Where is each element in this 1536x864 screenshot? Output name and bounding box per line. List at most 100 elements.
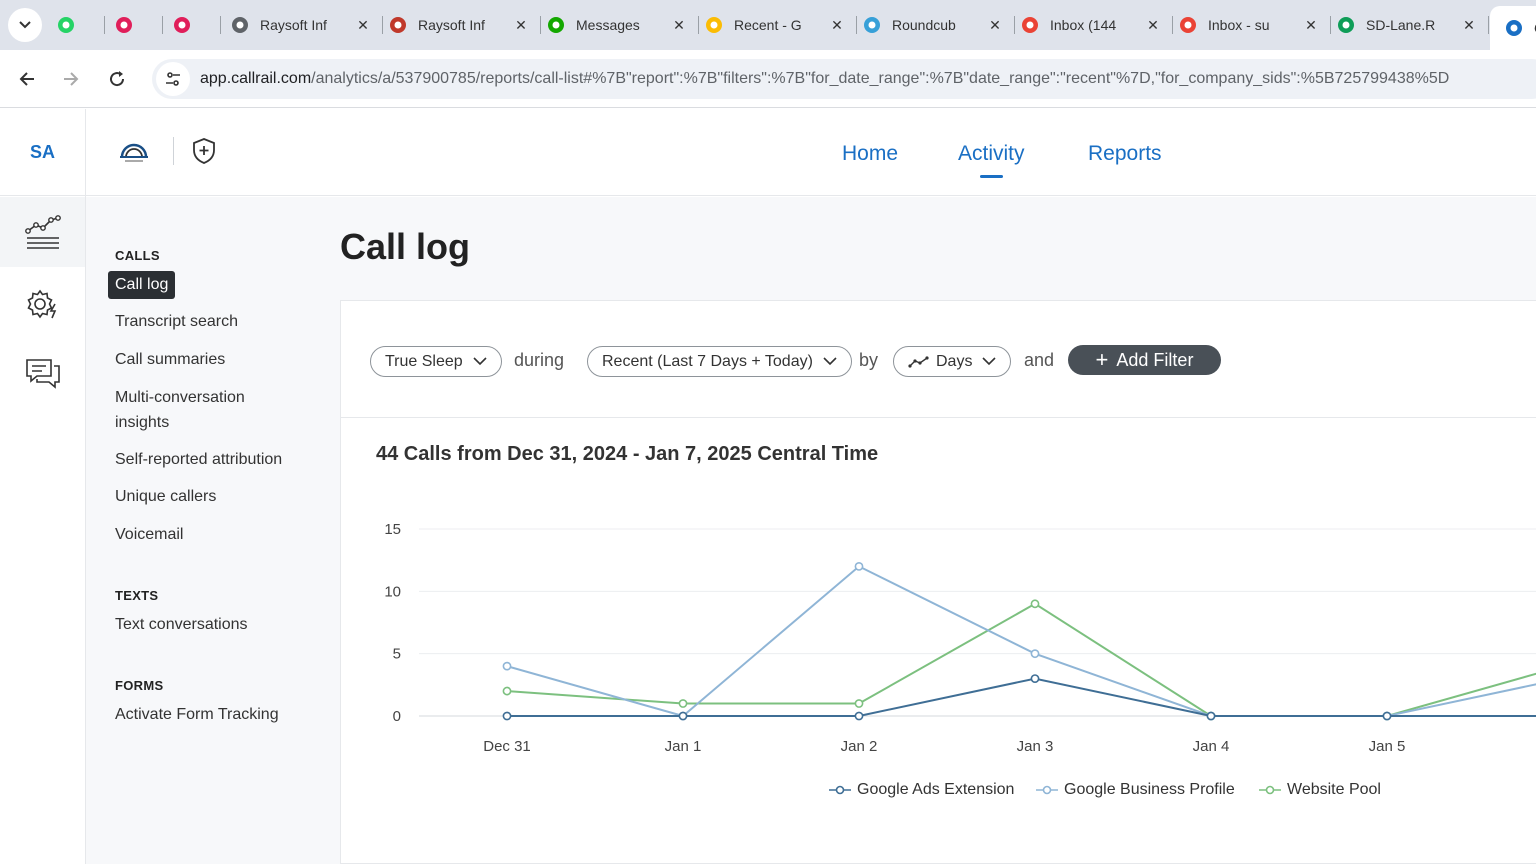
section-heading-forms: FORMS bbox=[115, 678, 164, 693]
data-point bbox=[1030, 599, 1040, 609]
sidenav-activate-form-tracking[interactable]: Activate Form Tracking bbox=[115, 702, 279, 727]
google-drive-icon bbox=[704, 15, 724, 35]
app-header: Home Activity Reports bbox=[86, 109, 1536, 196]
tab-separator bbox=[382, 16, 383, 34]
data-point bbox=[1030, 649, 1040, 659]
tab-separator bbox=[1330, 16, 1331, 34]
legend-item[interactable]: Google Ads Extension bbox=[829, 781, 1014, 799]
nav-activity[interactable]: Activity bbox=[958, 142, 1025, 178]
browser-tab[interactable]: Inbox (144 ✕ bbox=[1020, 8, 1164, 42]
header-divider bbox=[173, 137, 174, 165]
calls-line-chart: 051015Dec 31Jan 1Jan 2Jan 3Jan 4Jan 5Jan… bbox=[384, 521, 1536, 755]
rail-analytics[interactable] bbox=[0, 197, 85, 267]
company-logo[interactable] bbox=[116, 137, 152, 167]
browser-tab[interactable]: Raysoft Inf ✕ bbox=[230, 8, 374, 42]
close-tab-icon[interactable]: ✕ bbox=[984, 14, 1006, 36]
data-point bbox=[1206, 711, 1216, 721]
sidenav-voicemail[interactable]: Voicemail bbox=[115, 522, 183, 547]
x-tick-label: Jan 3 bbox=[1017, 738, 1054, 755]
url-path: /analytics/a/537900785/reports/call-list… bbox=[311, 70, 1450, 87]
x-tick-label: Jan 2 bbox=[841, 738, 878, 755]
legend-label: Website Pool bbox=[1287, 781, 1381, 798]
browser-toolbar: app.callrail.com/analytics/a/537900785/r… bbox=[0, 50, 1536, 108]
tab-separator bbox=[698, 16, 699, 34]
gmail-icon bbox=[1178, 15, 1198, 35]
sidenav-call-log[interactable]: Call log bbox=[108, 271, 176, 299]
sidenav-call-summaries[interactable]: Call summaries bbox=[115, 347, 225, 372]
tab-title: SD-Lane.R bbox=[1366, 17, 1436, 33]
report-panel: True Sleep during Recent (Last 7 Days + … bbox=[340, 300, 1536, 864]
close-tab-icon[interactable]: ✕ bbox=[1142, 14, 1164, 36]
x-tick-label: Dec 31 bbox=[483, 738, 531, 755]
tab-title: Messages bbox=[576, 17, 640, 33]
legend-item[interactable]: Google Business Profile bbox=[1036, 781, 1235, 799]
site-info-icon[interactable] bbox=[156, 62, 190, 96]
globe-icon bbox=[230, 15, 250, 35]
reports-sidenav: CALLS Call log Transcript search Call su… bbox=[86, 197, 340, 864]
y-tick-label: 0 bbox=[393, 708, 401, 725]
forward-button[interactable] bbox=[56, 64, 86, 94]
browser-tab[interactable]: SD-Lane.R ✕ bbox=[1336, 8, 1480, 42]
slack-icon bbox=[172, 15, 192, 35]
nav-home[interactable]: Home bbox=[842, 142, 898, 166]
data-point bbox=[502, 686, 512, 696]
legend-label: Google Ads Extension bbox=[857, 781, 1015, 798]
legend-marker bbox=[829, 785, 851, 795]
roundcube-icon bbox=[862, 15, 882, 35]
tab-title: Inbox - su bbox=[1208, 17, 1270, 33]
url-text: app.callrail.com/analytics/a/537900785/r… bbox=[200, 70, 1449, 88]
google-sheets-icon bbox=[1336, 15, 1356, 35]
tab-title: Recent - G bbox=[734, 17, 802, 33]
legend-item[interactable]: Website Pool bbox=[1259, 781, 1381, 799]
account-avatar[interactable]: SA bbox=[0, 109, 85, 196]
sidenav-unique-callers[interactable]: Unique callers bbox=[115, 484, 216, 509]
upwork-icon bbox=[546, 15, 566, 35]
browser-tab[interactable]: Recent - G ✕ bbox=[704, 8, 848, 42]
close-tab-icon[interactable]: ✕ bbox=[1458, 14, 1480, 36]
url-host: app.callrail.com bbox=[200, 70, 312, 87]
address-bar[interactable]: app.callrail.com/analytics/a/537900785/r… bbox=[152, 59, 1536, 99]
browser-tab[interactable]: Raysoft Inf ✕ bbox=[388, 8, 532, 42]
browser-tab[interactable] bbox=[56, 8, 96, 42]
tab-title: Raysoft Inf bbox=[260, 17, 327, 33]
rail-conversations[interactable] bbox=[0, 338, 85, 408]
sidenav-self-reported-attribution[interactable]: Self-reported attribution bbox=[115, 447, 282, 472]
tab-separator bbox=[104, 16, 105, 34]
browser-tab[interactable]: Inbox - su ✕ bbox=[1178, 8, 1322, 42]
rail-settings[interactable] bbox=[0, 269, 85, 339]
y-tick-label: 5 bbox=[393, 646, 401, 663]
tab-separator bbox=[220, 16, 221, 34]
reload-button[interactable] bbox=[102, 64, 132, 94]
sidenav-multi-conversation-insights[interactable]: Multi-conversation insights bbox=[115, 385, 275, 435]
close-tab-icon[interactable]: ✕ bbox=[352, 14, 374, 36]
close-tab-icon[interactable]: ✕ bbox=[668, 14, 690, 36]
close-tab-icon[interactable]: ✕ bbox=[826, 14, 848, 36]
sidenav-transcript-search[interactable]: Transcript search bbox=[115, 309, 238, 334]
sidenav-text-conversations[interactable]: Text conversations bbox=[115, 612, 248, 637]
data-point bbox=[1382, 711, 1392, 721]
data-point bbox=[678, 699, 688, 708]
nav-reports[interactable]: Reports bbox=[1088, 142, 1162, 166]
raysoft-icon bbox=[388, 15, 408, 35]
tab-title: Roundcub bbox=[892, 17, 956, 33]
legend-label: Google Business Profile bbox=[1064, 781, 1235, 798]
tab-separator bbox=[1014, 16, 1015, 34]
x-tick-label: Jan 4 bbox=[1193, 738, 1230, 755]
whatsapp-icon bbox=[56, 15, 76, 35]
legend-marker bbox=[1259, 785, 1281, 795]
browser-tab[interactable] bbox=[172, 8, 212, 42]
browser-tab[interactable]: C bbox=[1490, 6, 1536, 50]
data-point bbox=[854, 699, 864, 708]
browser-tab[interactable]: Roundcub ✕ bbox=[862, 8, 1006, 42]
back-button[interactable] bbox=[12, 64, 42, 94]
close-tab-icon[interactable]: ✕ bbox=[510, 14, 532, 36]
close-tab-icon[interactable]: ✕ bbox=[1300, 14, 1322, 36]
browser-tab[interactable]: Messages ✕ bbox=[546, 8, 690, 42]
settings-icon bbox=[26, 289, 56, 319]
data-point bbox=[502, 711, 512, 721]
data-point bbox=[678, 711, 688, 721]
shield-plus-icon[interactable] bbox=[192, 137, 216, 165]
tab-search-button[interactable] bbox=[8, 8, 42, 42]
y-tick-label: 15 bbox=[384, 521, 401, 538]
browser-tab[interactable] bbox=[114, 8, 154, 42]
